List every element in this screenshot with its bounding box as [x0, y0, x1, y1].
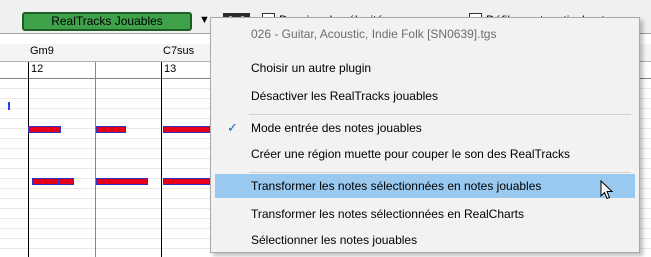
menu-item-mute-region[interactable]: Créer une région muette pour couper le s… [215, 142, 635, 166]
menu-item-track-name: 026 - Guitar, Acoustic, Indie Folk [SN06… [251, 27, 497, 41]
menu-separator [249, 114, 631, 115]
note[interactable] [96, 126, 126, 133]
chevron-down-icon[interactable]: ▼ [199, 14, 210, 26]
beat-line [95, 62, 96, 257]
bar-line [28, 62, 29, 257]
cursor-marker [8, 102, 10, 110]
realtracks-jouables-button[interactable]: RealTracks Jouables [22, 12, 192, 31]
menu-item-select-playable[interactable]: Sélectionner les notes jouables [215, 228, 635, 252]
bar-line [161, 62, 162, 257]
note[interactable] [58, 178, 74, 185]
bar-number: 13 [164, 63, 177, 75]
menu-item-label: Mode entrée des notes jouables [251, 121, 422, 135]
mouse-pointer-icon [600, 180, 614, 200]
note[interactable] [163, 178, 210, 185]
note[interactable] [32, 178, 61, 185]
note[interactable] [28, 126, 61, 133]
bar-number: 12 [31, 63, 44, 75]
chord-label: Gm9 [30, 45, 54, 57]
chord-label: C7sus [163, 45, 195, 57]
menu-item-disable-realtracks[interactable]: Désactiver les RealTracks jouables [215, 84, 635, 108]
note[interactable] [163, 126, 210, 133]
context-menu: 026 - Guitar, Acoustic, Indie Folk [SN06… [210, 17, 640, 253]
menu-separator [249, 172, 631, 173]
menu-item-note-entry-mode[interactable]: ✓ Mode entrée des notes jouables [215, 116, 635, 140]
note[interactable] [96, 178, 148, 185]
menu-item-transform-to-playable[interactable]: Transformer les notes sélectionnées en n… [215, 174, 635, 198]
menu-item-transform-to-realcharts[interactable]: Transformer les notes sélectionnées en R… [215, 202, 635, 226]
menu-item-choose-plugin[interactable]: Choisir un autre plugin [215, 56, 635, 80]
check-icon: ✓ [227, 120, 238, 135]
